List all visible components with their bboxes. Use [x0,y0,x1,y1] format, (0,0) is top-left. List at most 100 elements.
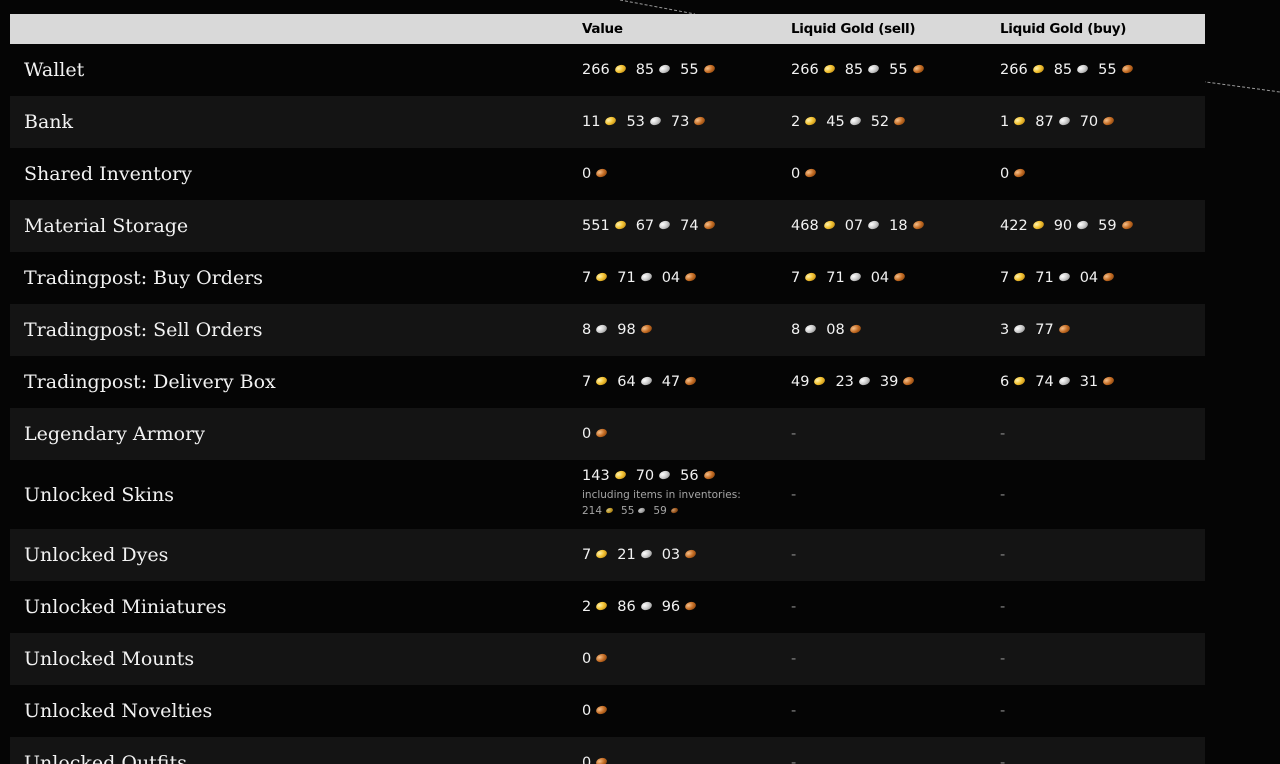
table-body: Wallet 266 85 55 266 85 55 266 85 55 Bank 11 53 73 2 45… [10,44,1205,764]
liquid-buy-cell-amount: 1 87 70 [1000,114,1116,130]
gold-coin-icon [822,63,836,75]
silver-coin-icon [804,323,818,335]
copper-coin-icon [1102,271,1116,283]
value-cell: 11 53 73 [582,114,707,130]
liquid-buy-cell: - [1000,755,1005,764]
empty-dash: - [1000,426,1006,442]
copper-coin-icon [595,167,609,179]
amount-number: 70 [1079,114,1099,130]
liquid-buy-cell: 0 [1000,166,1027,182]
liquid-buy-cell-amount: 6 74 31 [1000,374,1116,390]
empty-dash: - [791,703,797,719]
amount-number: 55 [680,62,699,78]
empty-dash: - [791,426,797,442]
amount-number: 266 [1000,62,1028,78]
liquid-sell-cell: - [791,599,796,615]
copper-coin-icon [693,115,707,127]
empty-dash: - [791,486,797,503]
amount-number: 0 [582,703,592,719]
column-header-liquid-buy[interactable]: Liquid Gold (buy) [1000,21,1126,37]
copper-coin-icon [1057,323,1071,335]
silver-coin-icon [639,548,653,560]
value-cell: 8 98 [582,322,653,338]
liquid-buy-cell: - [1000,547,1005,563]
copper-coin-icon [595,704,609,716]
liquid-buy-cell: - [1000,651,1005,667]
value-cell-amount: 0 [582,651,609,667]
value-cell-amount: 0 [582,426,609,442]
amount-number: 52 [870,114,890,130]
value-cell: 551 67 74 [582,218,716,234]
row-label: Unlocked Mounts [24,648,195,670]
liquid-buy-cell-amount: 266 85 55 [1000,62,1134,78]
amount-number: 0 [582,651,592,667]
copper-coin-icon [595,756,609,764]
liquid-buy-cell-amount: 0 [1000,166,1027,182]
liquid-sell-cell-amount: 7 71 04 [791,270,907,286]
row-label: Unlocked Miniatures [24,596,227,618]
silver-coin-icon [658,469,672,481]
table-row: Unlocked Skins 143 70 56 including items in … [10,460,1205,529]
silver-coin-icon [857,375,871,387]
copper-coin-icon [1102,375,1116,387]
amount-number: 59 [1098,218,1117,234]
silver-coin-icon [639,375,653,387]
value-cell: 7 21 03 [582,547,698,563]
gold-coin-icon [595,548,609,560]
copper-coin-icon [911,63,925,75]
amount-number: 266 [582,62,610,78]
value-cell: 0 [582,755,609,764]
amount-number: 3 [1000,322,1010,338]
gold-coin-icon [1031,63,1045,75]
copper-coin-icon [1120,219,1134,231]
table-row: Bank 11 53 73 2 45 52 1 87 70 [10,96,1205,148]
value-cell-amount: 2 86 96 [582,599,698,615]
copper-coin-icon [684,548,698,560]
value-cell: 7 64 47 [582,374,698,390]
silver-coin-icon [848,271,862,283]
amount-number: 07 [844,218,864,234]
gold-coin-icon [613,219,627,231]
silver-coin-icon [658,63,672,75]
inventory-note: including items in inventories: 214 55 59 [582,487,741,519]
amount-number: 8 [791,322,801,338]
copper-coin-icon [1120,63,1134,75]
column-header-liquid-sell[interactable]: Liquid Gold (sell) [791,21,916,37]
amount-number: 21 [617,547,636,563]
row-label: Bank [24,111,74,133]
table-row: Legendary Armory 0 - - [10,408,1205,460]
amount-number: 53 [626,114,645,130]
inventory-note-text: including items in inventories: [582,489,741,501]
row-label: Unlocked Outfits [24,752,187,764]
value-cell: 2 86 96 [582,599,698,615]
amount-number: 23 [835,374,854,390]
amount-number: 7 [582,374,592,390]
column-header-value[interactable]: Value [582,21,623,37]
amount-number: 7 [582,270,592,286]
copper-coin-icon [670,506,679,514]
silver-coin-icon [637,506,647,514]
amount-number: 71 [617,270,636,286]
liquid-sell-cell-amount: 2 45 52 [791,114,907,130]
silver-coin-icon [867,63,881,75]
liquid-buy-cell: 3 77 [1000,322,1071,338]
liquid-sell-cell-amount: 468 07 18 [791,218,925,234]
empty-dash: - [1000,703,1006,719]
amount-number: 0 [1000,166,1010,182]
amount-number: 85 [635,62,655,78]
empty-dash: - [1000,547,1006,563]
value-cell-amount: 0 [582,166,609,182]
amount-number: 422 [1000,218,1028,234]
amount-number: 55 [621,505,635,517]
liquid-sell-cell: - [791,487,796,503]
table-row: Wallet 266 85 55 266 85 55 266 85 55 [10,44,1205,96]
amount-number: 67 [635,218,655,234]
amount-number: 7 [1000,270,1010,286]
value-cell-amount: 143 70 56 [582,468,716,484]
amount-number: 86 [617,599,636,615]
value-cell-amount: 551 67 74 [582,218,716,234]
amount-number: 77 [1035,322,1054,338]
amount-number: 90 [1053,218,1073,234]
row-label: Unlocked Skins [24,483,174,506]
row-label: Shared Inventory [24,163,192,185]
